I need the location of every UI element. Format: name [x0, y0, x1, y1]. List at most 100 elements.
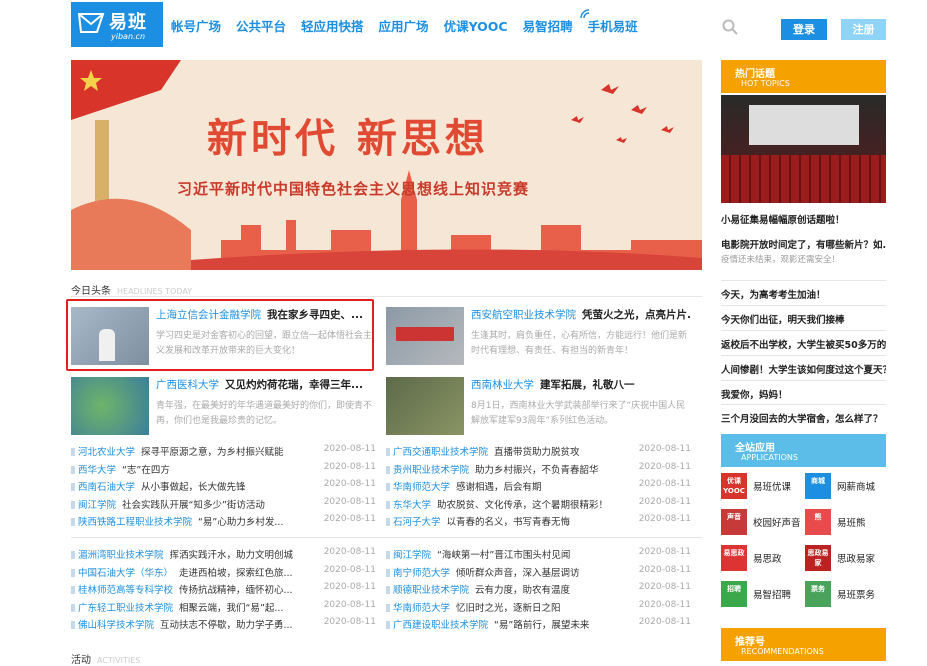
hot-topic-item[interactable]: 电影院开放时间定了，有哪些新片？如...	[721, 237, 886, 251]
news-text[interactable]: 直播带货助力脱贫攻	[494, 447, 580, 458]
app-item[interactable]: 熊易班熊	[805, 509, 885, 535]
news-text[interactable]: 探寻平原源之意，为乡村振兴赋能	[141, 447, 284, 458]
login-button[interactable]: 登录	[781, 19, 827, 40]
news-list-item[interactable]: 贵州职业技术学院 助力乡村振兴，不负青春韶华 2020-08-11	[386, 461, 691, 479]
news-text[interactable]: 以青春的名义，书写青春无悔	[447, 517, 571, 528]
news-school[interactable]: 南宁师范大学 倾听群众声音，深入基层调访	[393, 565, 580, 579]
card-title[interactable]: 又见灼灼荷花瑞，幸得三年...	[225, 379, 363, 391]
news-list-item[interactable]: 中国石油大学（华东） 走进西柏坡，探索红色旅... 2020-08-11	[71, 564, 376, 582]
card-school[interactable]: 西安航空职业技术学院	[471, 309, 576, 321]
news-text[interactable]: “易”心助力乡村发...	[198, 517, 283, 528]
hot-topic-image[interactable]	[721, 95, 886, 203]
news-school[interactable]: 陕西铁路工程职业技术学院 “易”心助力乡村发...	[78, 514, 283, 528]
news-list-item[interactable]: 闽江学院 “海峡第一村”晋江市围头村见闻 2020-08-11	[386, 546, 691, 564]
news-list-item[interactable]: 广西建设职业技术学院 “易”路前行，展望未来 2020-08-11	[386, 616, 691, 634]
app-item[interactable]: 招聘 易智招聘	[721, 581, 801, 607]
news-list-item[interactable]: 华南师范大学 忆旧时之光，逐新日之阳 2020-08-11	[386, 599, 691, 617]
card-school[interactable]: 西南林业大学	[471, 379, 534, 391]
news-school[interactable]: 广东轻工职业技术学院 相聚云端，我们“易”起...	[78, 600, 283, 614]
nav-item-account-square[interactable]: 帐号广场	[171, 16, 221, 35]
app-item[interactable]: 优课 YOOC 易班优课	[721, 473, 801, 499]
news-list-item[interactable]: 广东轻工职业技术学院 相聚云端，我们“易”起... 2020-08-11	[71, 599, 376, 617]
news-text[interactable]: 助农脱贫、文化传承，这个暑期很精彩！	[437, 500, 608, 511]
news-school[interactable]: 河北农业大学 探寻平原源之意，为乡村振兴赋能	[78, 444, 284, 458]
news-school[interactable]: 贵州职业技术学院 助力乡村振兴，不负青春韶华	[393, 462, 599, 476]
hot-topic-item[interactable]: 今天你们出征，明天我们接棒	[721, 312, 886, 326]
news-list-item[interactable]: 石河子大学 以青春的名义，书写青春无悔 2020-08-11	[386, 513, 691, 531]
news-school[interactable]: 石河子大学 以青春的名义，书写青春无悔	[393, 514, 570, 528]
news-text[interactable]: 助力乡村振兴，不负青春韶华	[475, 465, 599, 476]
hot-topic-item[interactable]: 返校后不出学校，大学生被买50多万的...	[721, 337, 886, 351]
app-label[interactable]: 易班票务	[837, 587, 875, 601]
yiban-logo[interactable]: 易班 yiban.cn	[71, 2, 163, 47]
news-text[interactable]: “海峡第一村”晋江市围头村见闻	[437, 550, 570, 561]
news-school[interactable]: 闽江学院 “海峡第一村”晋江市围头村见闻	[393, 547, 570, 561]
app-label[interactable]: 易班熊	[837, 515, 866, 529]
news-school[interactable]: 闽江学院 社会实践队开展“知多少”街访活动	[78, 497, 265, 511]
hot-topic-item[interactable]: 我爱你，妈妈！	[721, 387, 886, 401]
news-list-item[interactable]: 佛山科学技术学院 互动扶志不停歇，助力学子勇... 2020-08-11	[71, 616, 376, 634]
news-list-item[interactable]: 华南师范大学 感谢相遇，后会有期 2020-08-11	[386, 478, 691, 496]
news-list-item[interactable]: 陕西铁路工程职业技术学院 “易”心助力乡村发... 2020-08-11	[71, 513, 376, 531]
news-list-item[interactable]: 东华大学 助农脱贫、文化传承，这个暑期很精彩！ 2020-08-11	[386, 496, 691, 514]
app-item[interactable]: 商城 网薪商城	[805, 473, 885, 499]
app-item[interactable]: 票务 易班票务	[805, 581, 885, 607]
news-text[interactable]: 社会实践队开展“知多少”街访活动	[122, 500, 265, 511]
app-label[interactable]: 思政易家	[837, 551, 875, 565]
news-text[interactable]: 云有力度，助农有温度	[475, 585, 570, 596]
hot-topic-item[interactable]: 人间惨剧！大学生该如何度过这个夏天？	[721, 362, 886, 376]
app-item[interactable]: 声音 校园好声音	[721, 509, 801, 535]
news-school[interactable]: 湄洲湾职业技术学院 挥洒实践汗水，助力文明创城	[78, 547, 293, 561]
news-text[interactable]: 忆旧时之光，逐新日之阳	[456, 603, 561, 614]
news-school[interactable]: 东华大学 助农脱贫、文化传承，这个暑期很精彩！	[393, 497, 608, 511]
nav-item-recruit[interactable]: 易智招聘	[523, 16, 573, 35]
card-school[interactable]: 广西医科大学	[156, 379, 219, 391]
hot-topic-item[interactable]: 三个月没回去的大学宿舍，怎么样了？	[721, 411, 886, 425]
news-list-item[interactable]: 河北农业大学 探寻平原源之意，为乡村振兴赋能 2020-08-11	[71, 443, 376, 461]
news-school[interactable]: 佛山科学技术学院 互动扶志不停歇，助力学子勇...	[78, 617, 293, 631]
nav-item-public-platform[interactable]: 公共平台	[236, 16, 286, 35]
news-text[interactable]: 感谢相遇，后会有期	[456, 482, 542, 493]
news-text[interactable]: 挥洒实践汗水，助力文明创城	[170, 550, 294, 561]
news-text[interactable]: 互动扶志不停歇，助力学子勇...	[160, 620, 293, 631]
news-list-item[interactable]: 桂林师范高等专科学校 传扬抗战精神，缅怀初心... 2020-08-11	[71, 581, 376, 599]
news-school[interactable]: 西华大学 “志”在四方	[78, 462, 170, 476]
news-school[interactable]: 广西交通职业技术学院 直播带货助力脱贫攻	[393, 444, 580, 458]
nav-item-mobile[interactable]: 手机易班	[588, 16, 638, 35]
news-list-item[interactable]: 顺德职业技术学院 云有力度，助农有温度 2020-08-11	[386, 581, 691, 599]
news-school[interactable]: 西南石油大学 从小事做起，长大做先锋	[78, 479, 246, 493]
app-item[interactable]: 易思政 易思政	[721, 545, 801, 571]
news-text[interactable]: 走进西柏坡，探索红色旅...	[179, 568, 293, 579]
headline-card[interactable]: 广西医科大学 又见灼灼荷花瑞，幸得三年... 青年强，在最美好的年华遇道最美好的你…	[71, 377, 376, 435]
news-school[interactable]: 华南师范大学 感谢相遇，后会有期	[393, 479, 542, 493]
news-text[interactable]: “志”在四方	[122, 465, 170, 476]
app-label[interactable]: 易智招聘	[753, 587, 791, 601]
news-list-item[interactable]: 西南石油大学 从小事做起，长大做先锋 2020-08-11	[71, 478, 376, 496]
nav-item-light-app[interactable]: 轻应用快搭	[301, 16, 364, 35]
hot-topic-item[interactable]: 小易征集易幅幅原创话题啦！	[721, 212, 886, 226]
app-label[interactable]: 网薪商城	[837, 479, 875, 493]
news-list-item[interactable]: 西华大学 “志”在四方 2020-08-11	[71, 461, 376, 479]
card-title[interactable]: 建军拓展，礼敬八一	[540, 379, 635, 391]
register-button[interactable]: 注册	[841, 19, 886, 40]
news-school[interactable]: 华南师范大学 忆旧时之光，逐新日之阳	[393, 600, 561, 614]
app-label[interactable]: 校园好声音	[753, 515, 801, 529]
nav-item-app-square[interactable]: 应用广场	[379, 16, 429, 35]
news-school[interactable]: 中国石油大学（华东） 走进西柏坡，探索红色旅...	[78, 565, 293, 579]
news-text[interactable]: 从小事做起，长大做先锋	[141, 482, 246, 493]
main-banner[interactable]: 新时代 新思想 习近平新时代中国特色社会主义思想线上知识竞赛	[71, 60, 702, 270]
news-text[interactable]: 倾听群众声音，深入基层调访	[456, 568, 580, 579]
app-label[interactable]: 易班优课	[753, 479, 791, 493]
news-text[interactable]: 相聚云端，我们“易”起...	[179, 603, 283, 614]
news-school[interactable]: 顺德职业技术学院 云有力度，助农有温度	[393, 582, 570, 596]
headline-card[interactable]: 西安航空职业技术学院 凭萤火之光，点亮片片... 生逢其时，肩负重任，心有所信，方…	[386, 307, 691, 365]
app-item[interactable]: 思政易家 思政易家	[805, 545, 885, 571]
search-icon[interactable]	[722, 19, 738, 35]
news-school[interactable]: 广西建设职业技术学院 “易”路前行，展望未来	[393, 617, 589, 631]
card-title[interactable]: 凭萤火之光，点亮片片...	[582, 309, 691, 321]
news-text[interactable]: 传扬抗战精神，缅怀初心...	[179, 585, 293, 596]
news-list-item[interactable]: 湄洲湾职业技术学院 挥洒实践汗水，助力文明创城 2020-08-11	[71, 546, 376, 564]
headline-card[interactable]: 西南林业大学 建军拓展，礼敬八一 8月1日，西南林业大学武装部举行来了“庆祝中国人…	[386, 377, 691, 435]
news-list-item[interactable]: 南宁师范大学 倾听群众声音，深入基层调访 2020-08-11	[386, 564, 691, 582]
hot-topic-item[interactable]: 今天，为高考考生加油！	[721, 287, 886, 301]
